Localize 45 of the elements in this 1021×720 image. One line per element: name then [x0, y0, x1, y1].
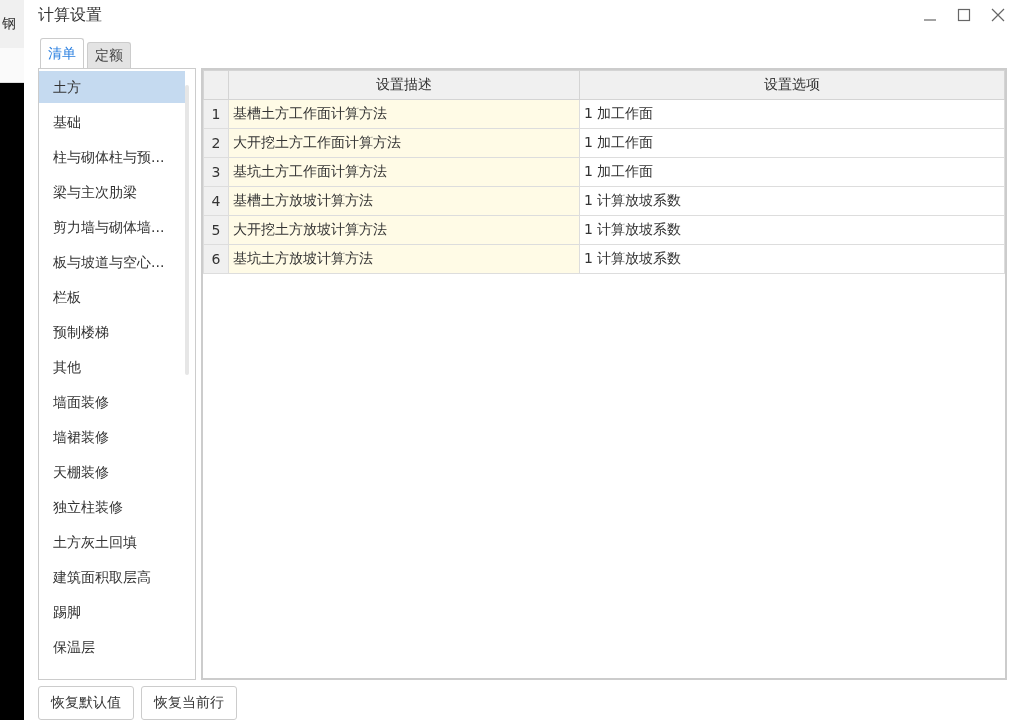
category-item[interactable]: 墙裙装修 — [39, 421, 185, 453]
category-item[interactable]: 墙面装修 — [39, 386, 185, 418]
category-item[interactable]: 板与坡道与空心... — [39, 246, 185, 278]
table-cell: 大开挖土方工作面计算方法 — [228, 128, 580, 158]
category-item[interactable]: 剪力墙与砌体墙... — [39, 211, 185, 243]
category-item[interactable]: 其他 — [39, 351, 185, 383]
table-cell[interactable]: 1 计算放坡系数 — [579, 244, 1005, 274]
restore-button[interactable]: 恢复默认值 — [38, 686, 134, 720]
table-cell: 基槽土方放坡计算方法 — [228, 186, 580, 216]
tab[interactable]: 清单 — [40, 38, 84, 68]
category-item[interactable]: 保温层 — [39, 631, 185, 663]
category-item[interactable]: 梁与主次肋梁 — [39, 176, 185, 208]
category-item[interactable]: 天棚装修 — [39, 456, 185, 488]
close-icon[interactable] — [991, 8, 1005, 22]
table-cell: 大开挖土方放坡计算方法 — [228, 215, 580, 245]
column-header: 设置描述 — [228, 70, 580, 100]
window-title: 计算设置 — [38, 4, 102, 26]
column-header: 设置选项 — [579, 70, 1005, 100]
row-number: 3 — [203, 157, 229, 187]
category-item[interactable]: 土方 — [39, 71, 185, 103]
table-cell[interactable]: 1 加工作面 — [579, 99, 1005, 129]
category-item[interactable]: 建筑面积取层高 — [39, 561, 185, 593]
category-item[interactable]: 土方灰土回填 — [39, 526, 185, 558]
table-cell[interactable]: 1 加工作面 — [579, 128, 1005, 158]
category-item[interactable]: 基础 — [39, 106, 185, 138]
table-cell[interactable]: 1 加工作面 — [579, 157, 1005, 187]
row-number: 4 — [203, 186, 229, 216]
tab[interactable]: 定额 — [87, 42, 131, 68]
category-item[interactable]: 预制楼梯 — [39, 316, 185, 348]
background-window-label: 钢 — [2, 15, 16, 33]
category-item[interactable]: 栏板 — [39, 281, 185, 313]
row-number: 2 — [203, 128, 229, 158]
category-item[interactable]: 踢脚 — [39, 596, 185, 628]
table-cell: 基槽土方工作面计算方法 — [228, 99, 580, 129]
maximize-icon[interactable] — [957, 8, 971, 22]
table-cell: 基坑土方工作面计算方法 — [228, 157, 580, 187]
restore-button[interactable]: 恢复当前行 — [141, 686, 237, 720]
row-number: 1 — [203, 99, 229, 129]
row-number: 5 — [203, 215, 229, 245]
table-cell: 基坑土方放坡计算方法 — [228, 244, 580, 274]
category-item[interactable]: 柱与砌体柱与预... — [39, 141, 185, 173]
table-cell[interactable]: 1 计算放坡系数 — [579, 186, 1005, 216]
table-cell[interactable]: 1 计算放坡系数 — [579, 215, 1005, 245]
row-number: 6 — [203, 244, 229, 274]
category-item[interactable]: 独立柱装修 — [39, 491, 185, 523]
